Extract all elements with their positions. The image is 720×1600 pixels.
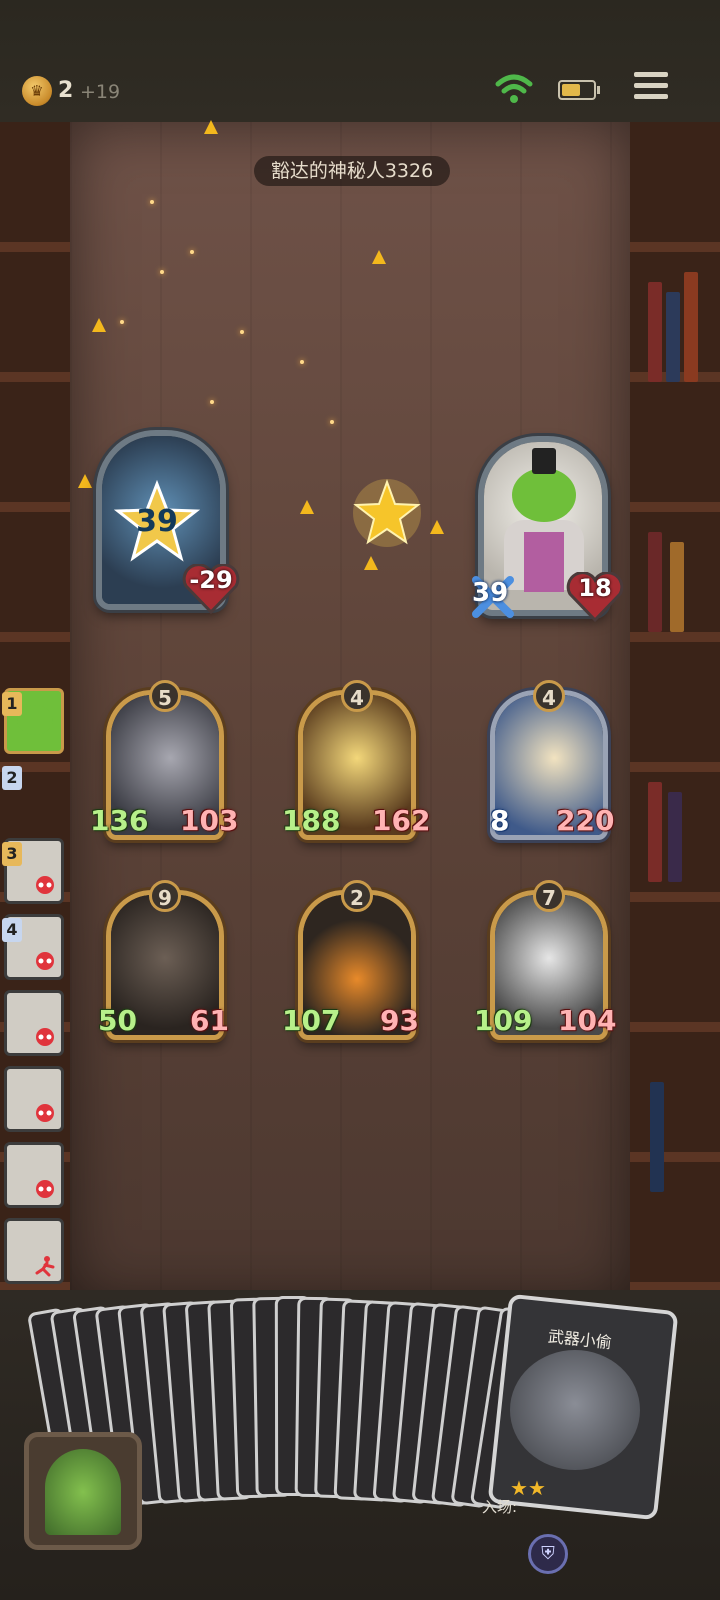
shard-effect (300, 500, 314, 514)
minion-attack: 109 (474, 1004, 533, 1037)
spark-effect (210, 400, 214, 404)
troll-vest (524, 532, 564, 592)
book (666, 292, 680, 382)
wifi-icon (495, 74, 533, 103)
minion-health: 93 (380, 1004, 419, 1037)
player-hero-armor: 39 (136, 504, 178, 539)
book (648, 782, 662, 882)
minion-attack: 107 (282, 1004, 341, 1037)
roster-rank: 1 (2, 692, 22, 716)
spark-effect (150, 200, 154, 204)
spark-effect (160, 270, 164, 274)
troll-head (512, 468, 576, 522)
menu-button[interactable] (634, 72, 668, 106)
minion-level: 9 (149, 880, 181, 912)
menu-icon-bar (634, 94, 668, 99)
crown-coin-icon: ♛ (22, 76, 52, 106)
opponent-hero-health: 18 (578, 574, 612, 602)
top-hat-icon (532, 448, 556, 474)
spark-effect (190, 250, 194, 254)
skull-icon (36, 952, 54, 970)
player-portrait-art (45, 1449, 121, 1535)
minion-attack: 50 (98, 1004, 137, 1037)
shard-effect (92, 318, 106, 332)
roster-rank: 2 (2, 766, 22, 790)
minion-attack: 8 (490, 804, 510, 837)
minion-health: 104 (558, 1004, 617, 1037)
roster-player-8[interactable] (4, 1218, 64, 1284)
roster-player-6[interactable] (4, 1066, 64, 1132)
roster-player-7[interactable] (4, 1142, 64, 1208)
shard-effect (78, 474, 92, 488)
book (684, 272, 698, 382)
book (668, 792, 682, 882)
coin-income: +19 (80, 81, 121, 103)
book (648, 532, 662, 632)
player-portrait[interactable] (24, 1432, 142, 1550)
right-bookshelf (630, 122, 720, 1302)
menu-icon (634, 72, 668, 77)
roster-rank: 3 (2, 842, 22, 866)
troll-icon (17, 705, 53, 735)
skull-icon (36, 1180, 54, 1198)
roster-rank: 4 (2, 918, 22, 942)
spark-effect (120, 320, 124, 324)
running-figure-icon (35, 1256, 55, 1277)
book (650, 1082, 664, 1192)
shield-button[interactable]: ⛨ (528, 1534, 568, 1574)
minion-health: 103 (180, 804, 239, 837)
shard-effect (204, 120, 218, 134)
impact-star-icon (353, 479, 421, 547)
enter-label: 入场: (482, 1498, 518, 1516)
top-hud (0, 0, 720, 122)
opponent-hero-attack: 39 (472, 578, 509, 608)
shield-icon: ⛨ (541, 1543, 555, 1564)
skull-icon (36, 876, 54, 894)
player-hero-health: -29 (189, 566, 233, 594)
menu-icon-bar (634, 83, 668, 88)
minion-attack: 136 (90, 804, 149, 837)
minion-level: 2 (341, 880, 373, 912)
minion-level: 4 (341, 680, 373, 712)
minion-health: 220 (556, 804, 615, 837)
book (670, 542, 684, 632)
opponent-name: 豁达的神秘人3326 (254, 156, 450, 186)
minion-level: 5 (149, 680, 181, 712)
star-icon: ★ (527, 1476, 546, 1500)
minion-attack: 188 (282, 804, 341, 837)
shard-effect (364, 556, 378, 570)
weapon-thief-art (510, 1350, 640, 1470)
book (648, 282, 662, 382)
minion-health: 162 (372, 804, 431, 837)
spark-effect (240, 330, 244, 334)
shard-effect (372, 250, 386, 264)
coin-count: 2 (58, 78, 74, 103)
spark-effect (330, 420, 334, 424)
skull-icon (36, 1028, 54, 1046)
minion-level: 4 (533, 680, 565, 712)
skull-icon (36, 1104, 54, 1122)
minion-health: 61 (190, 1004, 229, 1037)
shard-effect (430, 520, 444, 534)
battery-icon (558, 80, 600, 100)
minion-level: 7 (533, 880, 565, 912)
spark-effect (300, 360, 304, 364)
roster-player-5[interactable] (4, 990, 64, 1056)
